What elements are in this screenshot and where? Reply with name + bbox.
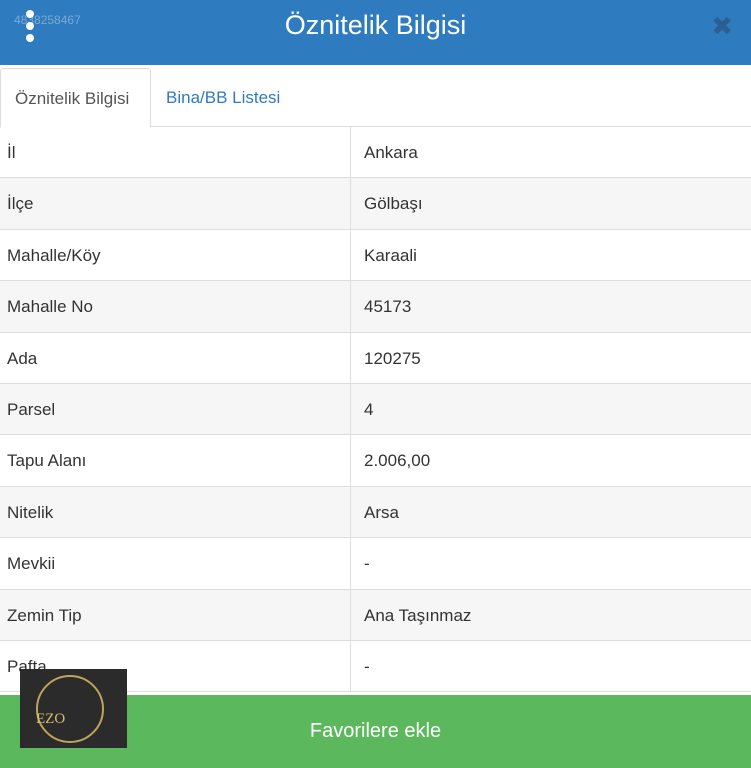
- modal-title: Öznitelik Bilgisi: [284, 10, 467, 40]
- row-key: Parsel: [0, 383, 351, 435]
- row-key: Mevkii: [0, 538, 351, 589]
- table-row: Ada 120275: [0, 332, 751, 384]
- logo-ring: [36, 675, 104, 743]
- row-value: 4: [364, 399, 374, 419]
- table-row: İl Ankara: [0, 127, 751, 179]
- table-row: Nitelik Arsa: [0, 486, 751, 539]
- row-key: Zemin Tip: [0, 589, 351, 640]
- row-value: Ankara: [364, 143, 418, 162]
- row-value: 45173: [364, 297, 412, 317]
- tab-bar: Öznitelik Bilgisi Bina/BB Listesi: [0, 65, 751, 128]
- table-row: Mahalle No 45173: [0, 281, 751, 333]
- table-row: Mahalle/Köy Karaali: [0, 229, 751, 282]
- row-value: 120275: [364, 348, 421, 368]
- tab-bina-bb-listesi[interactable]: Bina/BB Listesi: [152, 68, 294, 128]
- tab-oznitelik-bilgisi[interactable]: Öznitelik Bilgisi: [0, 68, 151, 128]
- table-row: Mevkii -: [0, 538, 751, 590]
- row-key: Mahalle No: [0, 281, 351, 332]
- table-row: Zemin Tip Ana Taşınmaz: [0, 589, 751, 641]
- row-key: İlçe: [0, 178, 351, 229]
- row-value: Arsa: [364, 502, 399, 522]
- row-value: -: [364, 554, 370, 574]
- row-value: Gölbaşı: [364, 194, 423, 214]
- table-row: Tapu Alanı 2.006,00: [0, 435, 751, 487]
- logo-text: EZO: [36, 711, 66, 727]
- row-value: -: [364, 656, 370, 676]
- row-key: Ada: [0, 332, 351, 383]
- table-row: Parsel 4: [0, 383, 751, 436]
- row-value: 2.006,00: [364, 451, 431, 471]
- row-key: Nitelik: [0, 486, 351, 538]
- row-key: Tapu Alanı: [0, 435, 351, 486]
- modal-header: 4838258467 Öznitelik Bilgisi ✖: [0, 0, 751, 65]
- row-value: Karaali: [364, 245, 417, 265]
- table-row: İlçe Gölbaşı: [0, 178, 751, 230]
- row-value: Ana Taşınmaz: [364, 605, 472, 625]
- row-key: Mahalle/Köy: [0, 229, 351, 281]
- row-key: İl: [0, 127, 351, 178]
- close-icon[interactable]: ✖: [711, 11, 733, 42]
- ezo-logo: EZO: [20, 669, 127, 748]
- attribute-table: İl Ankara İlçe Gölbaşı Mahalle/Köy Karaali …: [0, 127, 751, 693]
